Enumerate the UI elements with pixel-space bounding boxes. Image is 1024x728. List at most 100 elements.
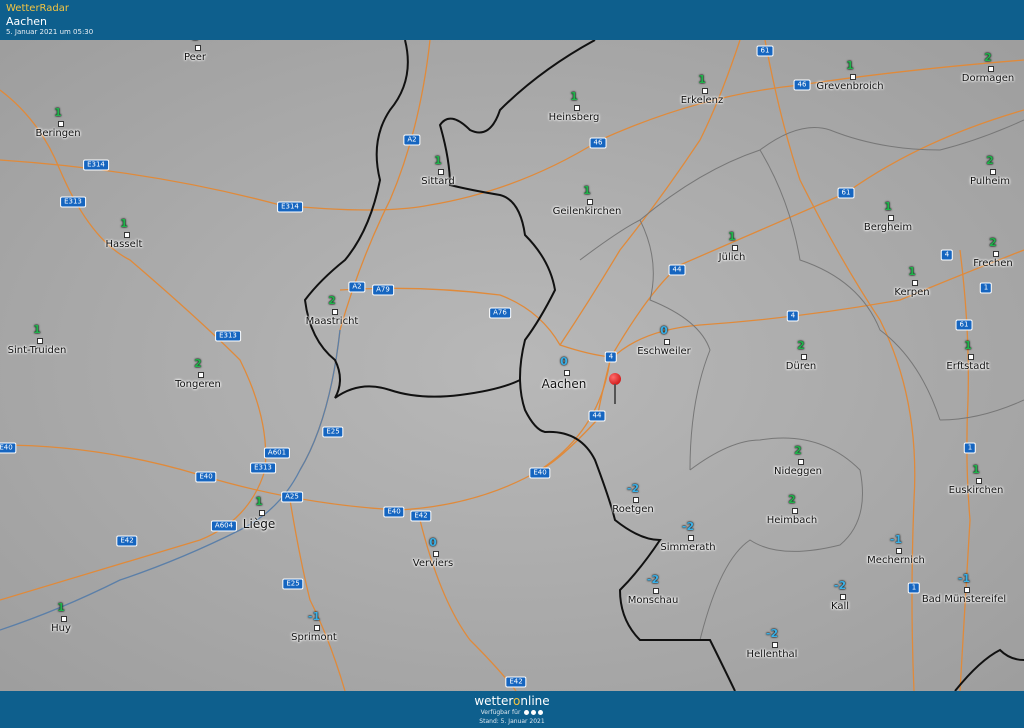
road-badge: A2: [348, 281, 366, 293]
city-marker: [896, 548, 902, 554]
road-badge: A604: [210, 520, 238, 532]
city-temperature: 1: [728, 230, 736, 243]
city-temperature: 2: [794, 444, 802, 457]
city-label[interactable]: Hellenthal: [747, 649, 798, 660]
city-marker: [801, 354, 807, 360]
city-label[interactable]: Nideggen: [774, 466, 822, 477]
city-marker: [840, 594, 846, 600]
city-temperature: 1: [120, 217, 128, 230]
city-temperature: 2: [984, 51, 992, 64]
brand-post: nline: [520, 694, 550, 708]
city-label[interactable]: Grevenbroich: [816, 81, 883, 92]
city-temperature: 1: [33, 323, 41, 336]
city-label[interactable]: Frechen: [973, 258, 1012, 269]
road-badge: 44: [668, 264, 686, 276]
city-label[interactable]: Beringen: [35, 128, 80, 139]
city-marker: [990, 169, 996, 175]
city-temperature: 0: [429, 536, 437, 549]
city-label[interactable]: Sprimont: [291, 632, 337, 643]
city-label[interactable]: Geilenkirchen: [553, 206, 622, 217]
city-label[interactable]: Düren: [786, 361, 816, 372]
city-label[interactable]: Peer: [184, 52, 206, 63]
city-marker: [259, 510, 265, 516]
weather-map[interactable]: 1 Peer 1 Beringen 1 Hasselt 1 Sint-Truiden 2 Tong…: [0, 40, 1024, 691]
city-label[interactable]: Erkelenz: [681, 95, 724, 106]
road-badge: 44: [588, 410, 606, 422]
city-marker: [888, 215, 894, 221]
availability: Verfügbar für: [0, 709, 1024, 716]
city-label[interactable]: Monschau: [628, 595, 679, 606]
city-label[interactable]: Simmerath: [660, 542, 715, 553]
location-pin-icon[interactable]: [609, 373, 623, 413]
city-temperature: 1: [846, 59, 854, 72]
city-label[interactable]: Aachen: [542, 377, 587, 391]
city-marker: [772, 642, 778, 648]
road-badge: 1: [963, 442, 977, 454]
road-badge: 46: [793, 79, 811, 91]
platform-windows-icon[interactable]: [538, 710, 544, 715]
city-marker: [798, 459, 804, 465]
road-badge: E314: [83, 159, 109, 171]
city-label[interactable]: Heinsberg: [549, 112, 600, 123]
city-label[interactable]: Roetgen: [612, 504, 654, 515]
city-label[interactable]: Verviers: [413, 558, 454, 569]
city-label[interactable]: Huy: [51, 623, 71, 634]
city-label[interactable]: Bergheim: [864, 222, 912, 233]
city-label[interactable]: Jülich: [719, 252, 746, 263]
road-badge: E42: [116, 535, 138, 547]
city-temperature: 1: [964, 339, 972, 352]
city-marker: [332, 309, 338, 315]
city-label[interactable]: Sint-Truiden: [8, 345, 67, 356]
city-label[interactable]: Pulheim: [970, 176, 1010, 187]
city-marker: [792, 508, 798, 514]
city-label[interactable]: Tongeren: [175, 379, 221, 390]
city-label[interactable]: Dormagen: [962, 73, 1014, 84]
city-marker: [314, 625, 320, 631]
city-marker: [988, 66, 994, 72]
app-title: WetterRadar: [6, 3, 70, 14]
city-label[interactable]: Erftstadt: [946, 361, 989, 372]
city-temperature: 1: [972, 463, 980, 476]
road-badge: 1: [907, 582, 921, 594]
city-label[interactable]: Eschweiler: [637, 346, 691, 357]
city-label[interactable]: Euskirchen: [949, 485, 1004, 496]
city-label[interactable]: Bad Münstereifel: [922, 594, 1006, 605]
city-temperature: -2: [681, 520, 695, 533]
platform-android-icon[interactable]: [531, 710, 537, 715]
platform-apple-icon[interactable]: [524, 710, 530, 715]
city-marker: [198, 372, 204, 378]
city-label[interactable]: Maastricht: [306, 316, 359, 327]
city-marker: [587, 199, 593, 205]
road-badge: 4: [604, 351, 618, 363]
city-label[interactable]: Heimbach: [767, 515, 818, 526]
city-marker: [433, 551, 439, 557]
city-temperature: 1: [884, 200, 892, 213]
city-temperature: -2: [626, 482, 640, 495]
city-temperature: 1: [191, 40, 199, 43]
city-label[interactable]: Liège: [243, 517, 275, 531]
map-base: [0, 40, 1024, 691]
city-temperature: 0: [560, 355, 568, 368]
available-label: Verfügbar für: [480, 709, 521, 716]
city-temperature: 2: [797, 339, 805, 352]
city-marker: [564, 370, 570, 376]
city-temperature: -2: [646, 573, 660, 586]
city-label[interactable]: Kerpen: [894, 287, 929, 298]
city-temperature: -1: [957, 572, 971, 585]
city-marker: [58, 121, 64, 127]
road-badge: E40: [529, 467, 551, 479]
road-badge: 4: [786, 310, 800, 322]
city-marker: [574, 105, 580, 111]
city-label[interactable]: Hasselt: [106, 239, 143, 250]
brand-logo[interactable]: wetteronline: [0, 694, 1024, 708]
city-marker: [702, 88, 708, 94]
city-marker: [438, 169, 444, 175]
city-label[interactable]: Sittard: [421, 176, 454, 187]
city-marker: [37, 338, 43, 344]
road-badge: 61: [955, 319, 973, 331]
city-label[interactable]: Kall: [831, 601, 849, 612]
city-marker: [850, 74, 856, 80]
city-label[interactable]: Mechernich: [867, 555, 925, 566]
city-temperature: -1: [889, 533, 903, 546]
road-badge: 4: [940, 249, 954, 261]
